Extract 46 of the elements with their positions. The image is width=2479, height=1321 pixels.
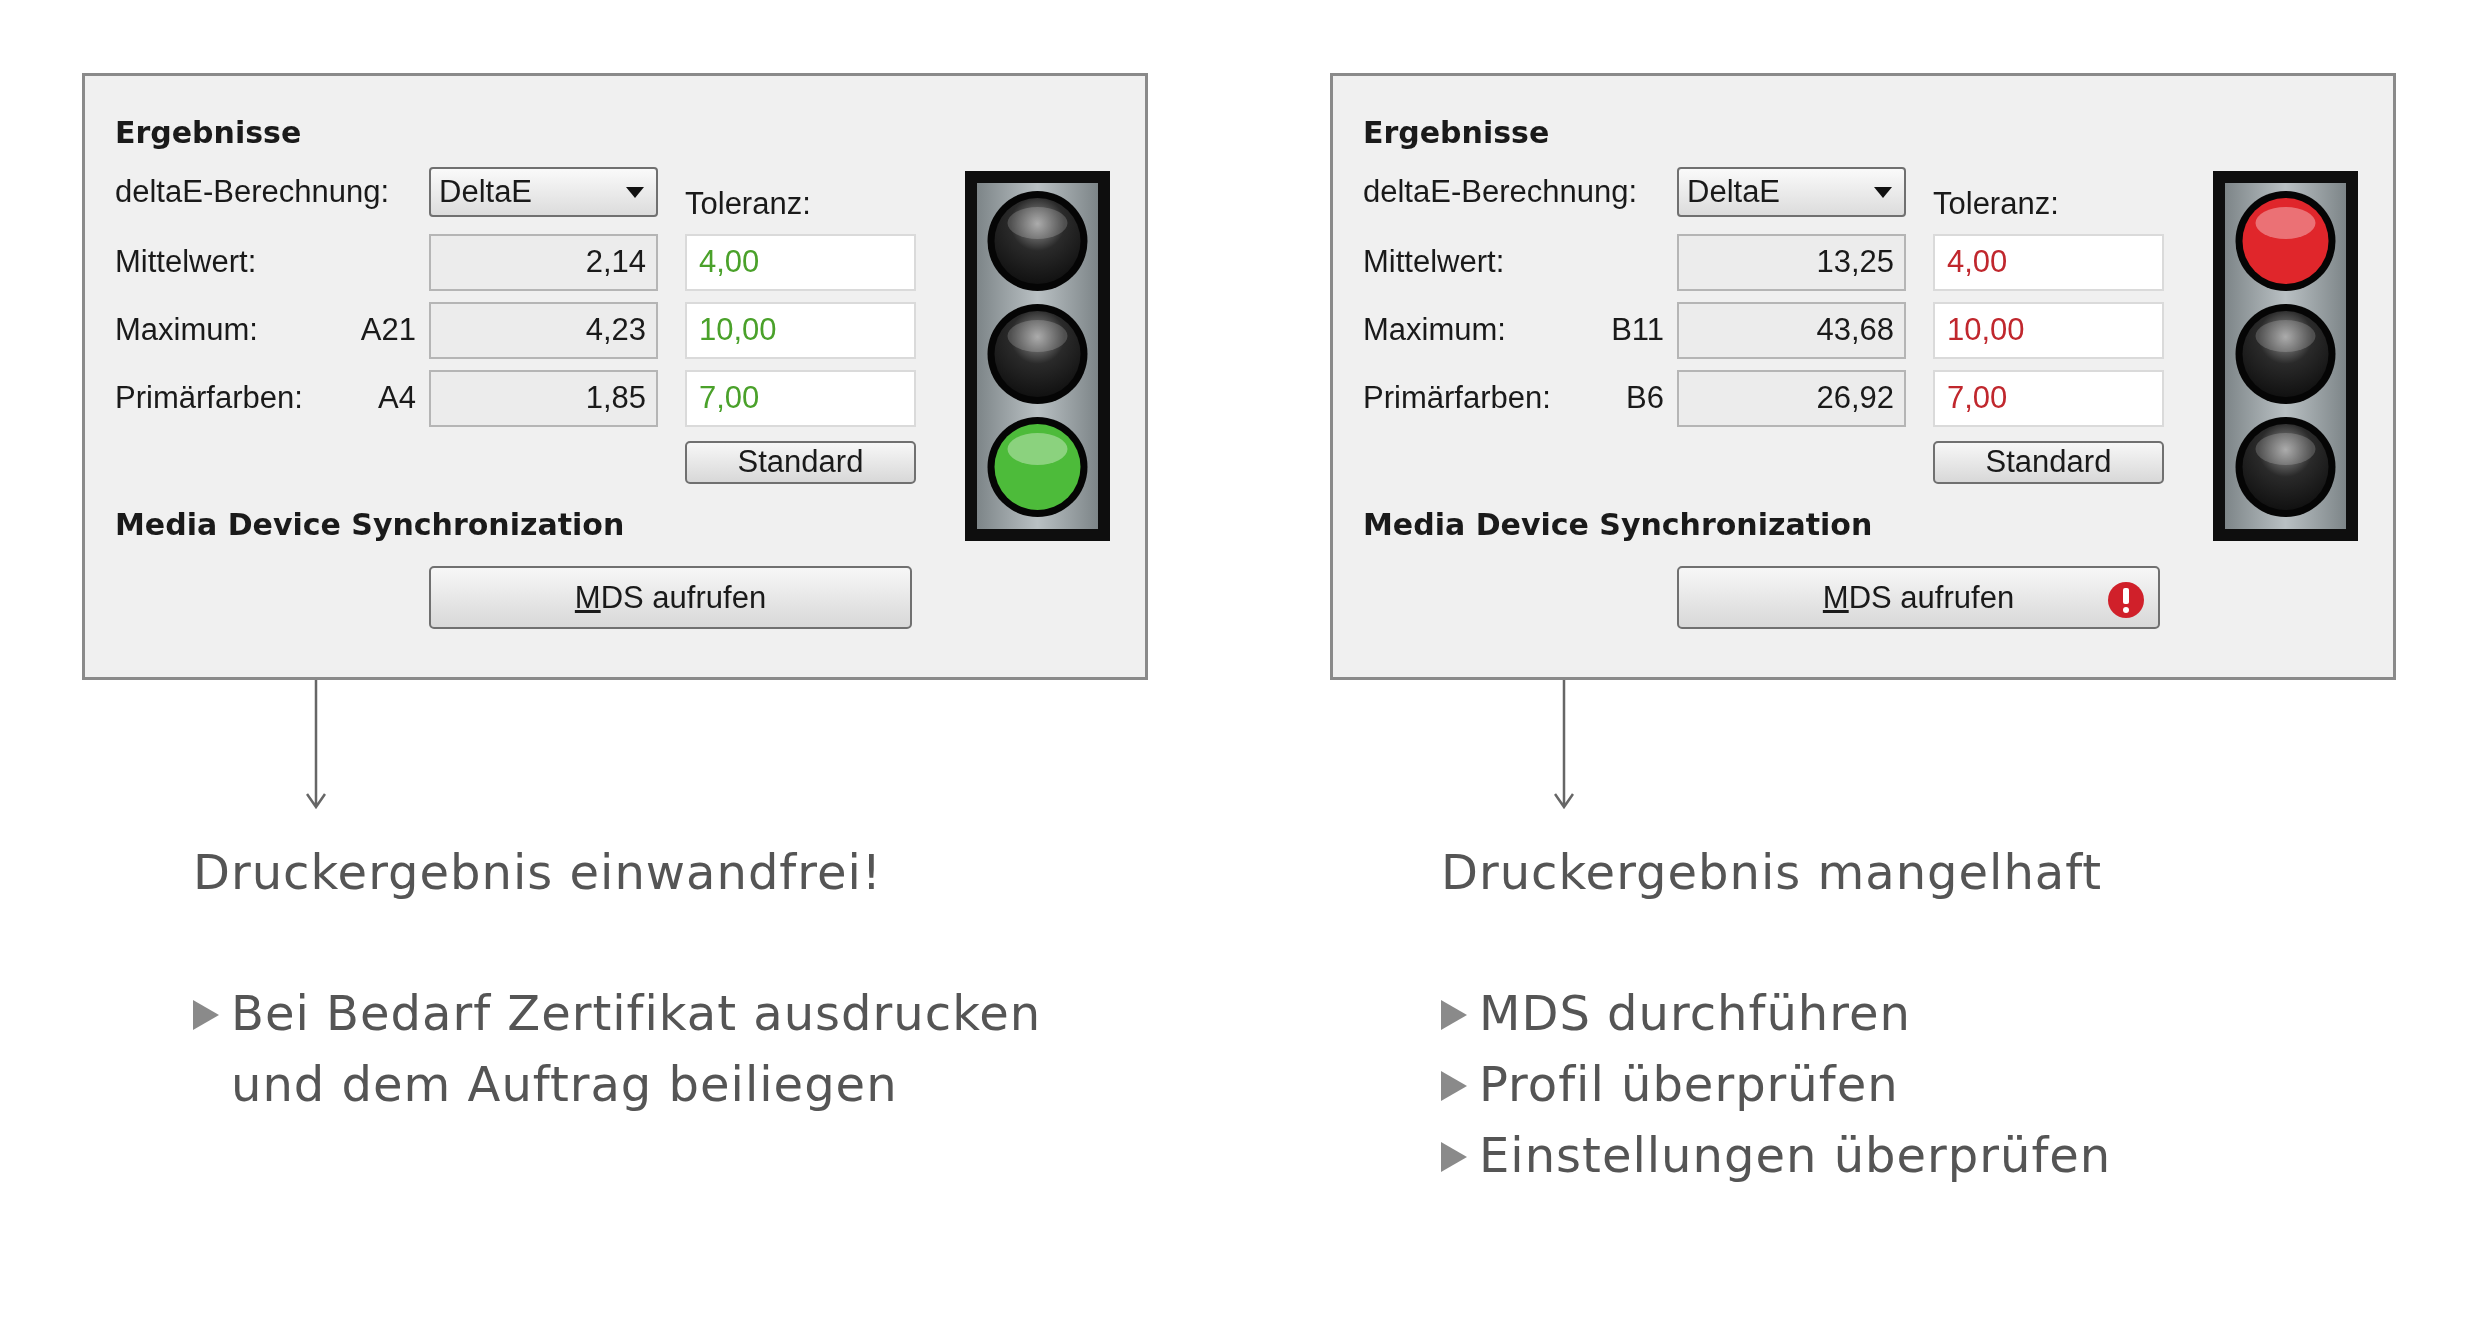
calculation-dropdown[interactable]: DeltaE [429, 167, 658, 217]
field-label: Maximum: [1363, 312, 1507, 348]
standard-button[interactable]: Standard [685, 440, 916, 484]
mds-button[interactable]: MDS aufrufen [1677, 566, 2160, 629]
patch-id: B11 [1611, 312, 1664, 348]
field-label: Primärfarben: [115, 380, 304, 416]
value-field: 4,23 [429, 301, 658, 359]
step-text: MDS durchführen [1479, 984, 1912, 1043]
tolerance-field[interactable]: 10,00 [1933, 301, 2164, 359]
value-field: 43,68 [1677, 301, 1906, 359]
section-heading: Ergebnisse [115, 114, 303, 150]
section-heading: Media Device Synchronization [1363, 506, 1874, 542]
field-label: Mittelwert: [1363, 244, 1506, 280]
value-field: 26,92 [1677, 369, 1906, 427]
result-title: Druckergebnis einwandfrei! [193, 843, 884, 902]
value-field: 1,85 [429, 369, 658, 427]
field-label: Mittelwert: [115, 244, 258, 280]
field-label: Maximum: [115, 312, 259, 348]
field-label: Primärfarben: [1363, 380, 1552, 416]
step-text: Einstellungen überprüfen [1479, 1126, 2113, 1185]
tolerance-field[interactable]: 7,00 [1933, 369, 2164, 427]
caret-icon [1874, 186, 1892, 198]
step-text: Profil überprüfen [1479, 1055, 1900, 1114]
value-field: 2,14 [429, 233, 658, 291]
warning-icon [2108, 582, 2144, 618]
section-heading: Ergebnisse [1363, 114, 1551, 150]
step-text: Bei Bedarf Zertifikat ausdrucken und dem Auftrag beiliegen [231, 984, 1043, 1114]
bullet-triangle-icon [1441, 1000, 1467, 1030]
calculation-dropdown[interactable]: DeltaE [1677, 167, 1906, 217]
field-label: Toleranz: [1933, 186, 2059, 222]
bullet-triangle-icon [1441, 1071, 1467, 1101]
value-field: 13,25 [1677, 233, 1906, 291]
patch-id: A21 [360, 312, 416, 348]
bullet-triangle-icon [1441, 1142, 1467, 1172]
field-label: deltaE-Berechnung: [1363, 174, 1639, 210]
bullet-triangle-icon [193, 1000, 219, 1030]
standard-button[interactable]: Standard [1933, 440, 2164, 484]
mds-button[interactable]: MDS aufrufen [429, 566, 912, 629]
tolerance-field[interactable]: 4,00 [1933, 233, 2164, 291]
patch-id: A4 [378, 380, 416, 416]
patch-id: B6 [1626, 380, 1664, 416]
field-label: deltaE-Berechnung: [115, 174, 391, 210]
result-title: Druckergebnis mangelhaft [1441, 843, 2104, 902]
field-label: Toleranz: [685, 186, 811, 222]
caret-icon [626, 186, 644, 198]
section-heading: Media Device Synchronization [115, 506, 626, 542]
